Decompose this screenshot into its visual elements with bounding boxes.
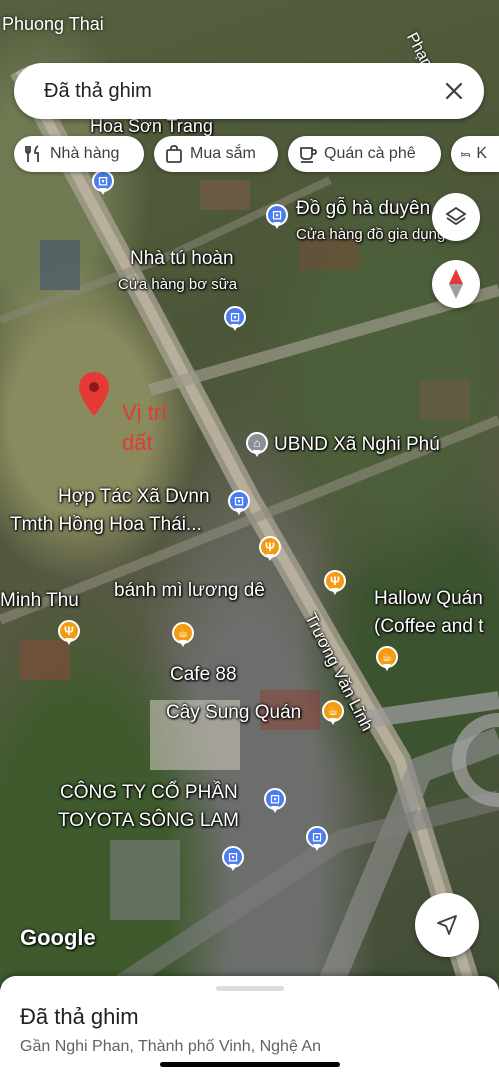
map-label-nha-tu-hoan-sub: Cửa hàng bơ sữa xyxy=(118,276,238,293)
compass-icon xyxy=(449,269,463,299)
search-bar[interactable]: Đã thả ghim xyxy=(14,63,484,119)
map-label-htx-line2[interactable]: Tmth Hồng Hoa Thái... xyxy=(10,514,202,536)
chip-cafes[interactable]: Quán cà phê xyxy=(288,136,441,172)
dropped-pin-icon[interactable] xyxy=(79,372,109,416)
map-label-nha-tu-hoan[interactable]: Nhà tú hoàn xyxy=(130,248,234,270)
map-label-hoa-son-trang[interactable]: Hoa Sơn Trang xyxy=(90,116,213,137)
fork-knife-icon xyxy=(25,145,39,162)
chip-hotels[interactable]: K xyxy=(451,136,499,172)
shopping-bag-icon[interactable]: ⊡ xyxy=(264,788,286,814)
map-label-hallow-line2[interactable]: (Coffee and t xyxy=(374,616,484,638)
search-title[interactable]: Đã thả ghim xyxy=(44,80,152,103)
fork-knife-icon[interactable]: Ψ xyxy=(324,570,346,596)
map-label-toyota-line2[interactable]: TOYOTA SÔNG LAM xyxy=(58,810,239,832)
map-label-minh-thu[interactable]: Minh Thu xyxy=(0,590,79,612)
shopping-bag-icon[interactable]: ⊡ xyxy=(224,306,246,332)
map-label-htx-line1[interactable]: Hợp Tác Xã Dvnn xyxy=(58,486,210,508)
map-label-hallow-line1[interactable]: Hallow Quán xyxy=(374,588,483,610)
map-label-cafe88[interactable]: Cafe 88 xyxy=(170,664,237,686)
chip-shopping[interactable]: Mua sắm xyxy=(154,136,278,172)
coffee-cup-icon xyxy=(300,147,317,163)
coffee-cup-icon[interactable]: ☕ xyxy=(172,622,194,648)
shopping-bag-icon xyxy=(166,145,182,163)
coffee-cup-icon[interactable]: ☕ xyxy=(322,700,344,726)
government-building-icon[interactable]: ⌂ xyxy=(246,432,268,458)
layers-icon xyxy=(445,206,467,226)
bed-icon xyxy=(461,151,470,157)
google-logo: Google xyxy=(20,925,96,950)
close-icon[interactable] xyxy=(440,77,468,105)
coffee-cup-icon[interactable]: ☕ xyxy=(376,646,398,672)
navigation-arrow-icon xyxy=(437,915,457,935)
chip-label: Mua sắm xyxy=(190,145,256,162)
my-location-button[interactable] xyxy=(415,893,479,957)
shopping-bag-icon[interactable]: ⊡ xyxy=(266,204,288,230)
map-annotation-vi-tri-dat: Vị trí dất xyxy=(122,400,168,455)
map-label-toyota-line1[interactable]: CÔNG TY CỔ PHẦN xyxy=(60,782,238,804)
drag-handle[interactable] xyxy=(216,986,284,991)
compass-button[interactable] xyxy=(432,260,480,308)
map-label-banh-mi[interactable]: bánh mì lương dê xyxy=(114,580,265,602)
shopping-bag-icon[interactable]: ⊡ xyxy=(222,846,244,872)
shopping-bag-icon[interactable]: ⊡ xyxy=(228,490,250,516)
map-label-do-go-sub: Cửa hàng đồ gia dụng xyxy=(296,226,446,243)
shopping-bag-icon[interactable]: ⊡ xyxy=(306,826,328,852)
map-label-ubnd[interactable]: UBND Xã Nghi Phú xyxy=(274,434,440,456)
home-indicator[interactable] xyxy=(160,1062,340,1067)
fork-knife-icon[interactable]: Ψ xyxy=(58,620,80,646)
chip-label: K xyxy=(476,145,487,162)
layers-button[interactable] xyxy=(432,193,480,241)
map-label-cay-sung[interactable]: Cây Sung Quán xyxy=(166,702,301,724)
place-address: Gần Nghi Phan, Thành phố Vinh, Nghệ An xyxy=(20,1038,321,1055)
chip-label: Nhà hàng xyxy=(50,145,120,162)
map-label-do-go[interactable]: Đồ gỗ hà duyên xyxy=(296,198,430,220)
place-title: Đã thả ghim xyxy=(20,1004,139,1029)
chip-restaurants[interactable]: Nhà hàng xyxy=(14,136,144,172)
chip-label: Quán cà phê xyxy=(324,145,416,162)
map-label-top: Phuong Thai xyxy=(2,14,104,34)
shopping-bag-icon[interactable]: ⊡ xyxy=(92,170,114,196)
fork-knife-icon[interactable]: Ψ xyxy=(259,536,281,562)
